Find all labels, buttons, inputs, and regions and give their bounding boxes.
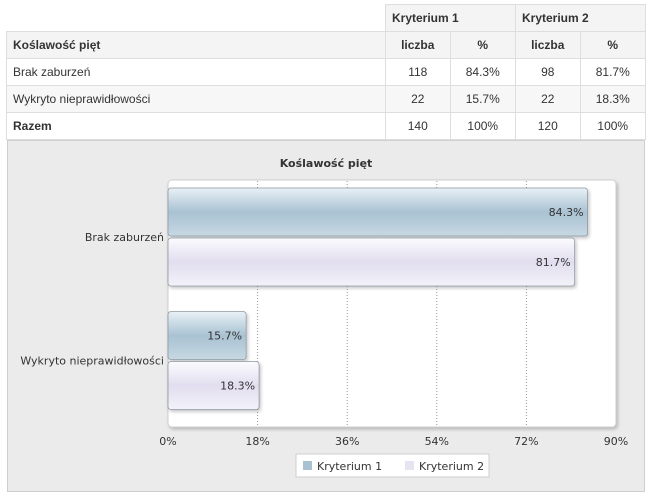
legend-swatch-kryterium-1 (303, 461, 312, 470)
cell-percent: 81.7% (579, 58, 647, 86)
table-total-row: Razem 140 100% 120 100% (6, 112, 647, 140)
table-row: Wykryto nieprawidłowości 22 15.7% 22 18.… (6, 85, 647, 113)
chart-title: Koślawość pięt (280, 157, 373, 170)
chart-panel: Koślawość pięt 84.3% 81.7% 15.7% 18.3% Brak… (7, 140, 645, 492)
legend-label-kryterium-1: Kryterium 1 (317, 460, 382, 473)
row-label: Brak zaburzeń (6, 58, 386, 86)
group-header-kryterium-1: Kryterium 1 (385, 4, 516, 32)
table-sub-header-row: Koślawość pięt liczba % liczba % (6, 31, 647, 59)
row-header-label: Koślawość pięt (6, 31, 386, 59)
x-tick-label: 0% (159, 435, 176, 448)
chart-legend: Kryterium 1 Kryterium 2 (295, 453, 490, 478)
bar-chart: Koślawość pięt 84.3% 81.7% 15.7% 18.3% Brak… (20, 157, 628, 478)
cell-count: 22 (385, 85, 451, 113)
total-label: Razem (6, 112, 386, 140)
total-count: 120 (514, 112, 581, 140)
legend-swatch-kryterium-2 (405, 461, 414, 470)
category-labels: Brak zaburzeń Wykryto nieprawidłowości (20, 231, 164, 368)
sub-header-percent-2: % (579, 31, 647, 59)
x-tick-label: 54% (425, 435, 449, 448)
total-percent: 100% (449, 112, 516, 140)
table-row: Brak zaburzeń 118 84.3% 98 81.7% (6, 58, 647, 86)
cell-count: 22 (514, 85, 581, 113)
group-header-kryterium-2: Kryterium 2 (514, 4, 647, 32)
x-tick-label: 18% (245, 435, 269, 448)
sub-header-count-1: liczba (385, 31, 451, 59)
category-label: Wykryto nieprawidłowości (20, 355, 164, 368)
table-corner-blank (6, 4, 386, 32)
cell-count: 118 (385, 58, 451, 86)
category-label: Brak zaburzeń (85, 231, 164, 244)
cell-percent: 15.7% (449, 85, 516, 113)
row-label: Wykryto nieprawidłowości (6, 85, 386, 113)
data-label: 18.3% (220, 380, 255, 393)
x-tick-label: 36% (335, 435, 359, 448)
data-label: 81.7% (536, 256, 571, 269)
legend-label-kryterium-2: Kryterium 2 (419, 460, 484, 473)
cell-percent: 18.3% (579, 85, 647, 113)
bar (167, 237, 576, 287)
sub-header-percent-1: % (449, 31, 516, 59)
stats-table: Kryterium 1 Kryterium 2 Koślawość pięt l… (6, 4, 647, 140)
data-label: 84.3% (549, 206, 584, 219)
total-count: 140 (385, 112, 451, 140)
cell-count: 98 (514, 58, 581, 86)
cell-percent: 84.3% (449, 58, 516, 86)
x-axis-ticks: 0% 18% 36% 54% 72% 90% (159, 435, 628, 448)
report-page: Kryterium 1 Kryterium 2 Koślawość pięt l… (0, 0, 655, 501)
data-label: 15.7% (207, 330, 242, 343)
sub-header-count-2: liczba (514, 31, 581, 59)
total-percent: 100% (579, 112, 647, 140)
table-group-header-row: Kryterium 1 Kryterium 2 (6, 4, 647, 32)
x-tick-label: 90% (604, 435, 628, 448)
x-tick-label: 72% (514, 435, 538, 448)
bar (167, 187, 589, 237)
